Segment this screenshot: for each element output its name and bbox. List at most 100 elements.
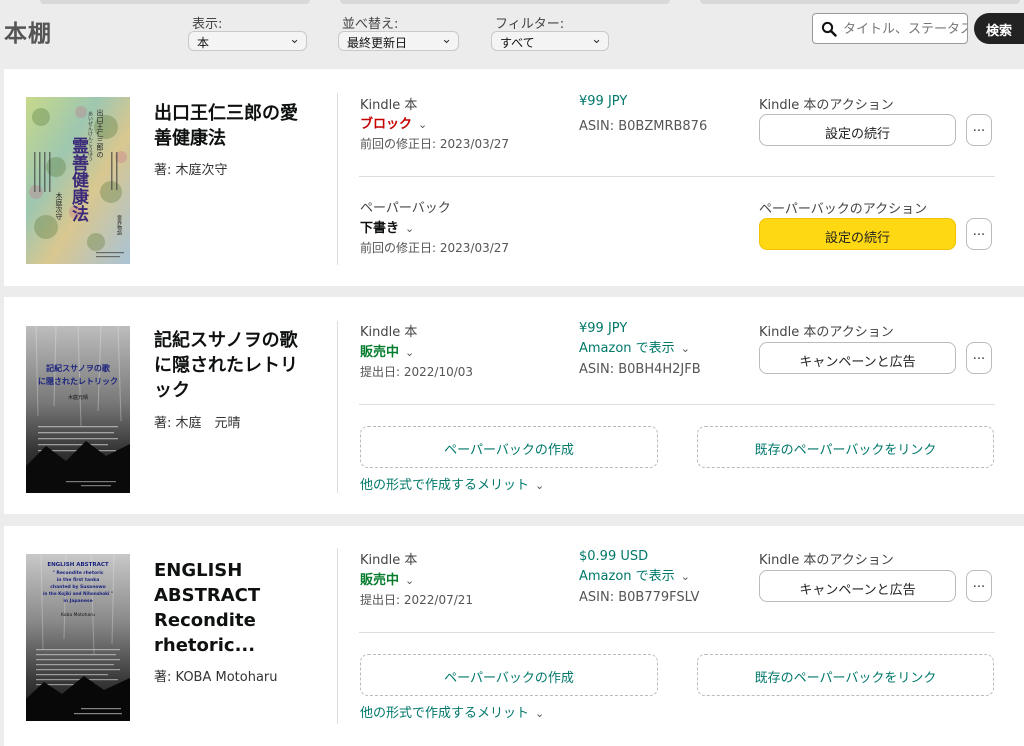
kindle-asin: ASIN: B0BZMRB876 xyxy=(579,119,708,134)
sort-select-value: 最終更新日 xyxy=(347,36,408,50)
cover-title-text: に隠されたレトリック xyxy=(38,376,118,386)
kindle-action-label: Kindle 本のアクション xyxy=(759,98,894,113)
kindle-asin: ASIN: B0BH4H2JFB xyxy=(579,362,701,377)
cover-subtitle-text: chanted by Susanowo xyxy=(50,584,106,590)
cover-3-art: ENGLISH ABSTRACT " Recondite rhetoric in… xyxy=(26,554,130,721)
chevron-down-icon: ⌄ xyxy=(405,346,415,359)
book-title-line: ABSTRACT xyxy=(154,585,261,606)
kindle-format-label: Kindle 本 xyxy=(360,553,418,568)
display-label: 表示: xyxy=(192,17,223,32)
kindle-status[interactable]: 販売中 ⌄ xyxy=(360,569,414,588)
filter-select[interactable]: すべて ⌄ xyxy=(491,31,609,51)
create-paperback-button[interactable]: ペーパーバックの作成 xyxy=(360,654,658,696)
chevron-down-icon: ⌄ xyxy=(418,118,428,131)
other-format-benefits-link[interactable]: 他の形式で作成するメリット ⌄ xyxy=(360,702,544,721)
kindle-price: ¥99 JPY xyxy=(579,321,628,336)
campaign-and-ads-button[interactable]: キャンペーンと広告 xyxy=(759,342,956,374)
book-title-line: rhetoric... xyxy=(154,635,256,656)
chevron-down-icon: ⌄ xyxy=(405,574,415,587)
display-select[interactable]: 本 ⌄ xyxy=(188,31,307,51)
book-title-line: 記紀スサノヲの歌 xyxy=(154,330,298,351)
view-on-amazon-link[interactable]: Amazon で表示 ⌄ xyxy=(579,337,690,356)
chevron-down-icon: ⌄ xyxy=(535,479,545,492)
search-icon xyxy=(821,21,837,37)
kindle-status-text: 販売中 xyxy=(360,573,400,588)
other-format-benefits-text: 他の形式で作成するメリット xyxy=(360,706,530,721)
paperback-format-label: ペーパーバック xyxy=(360,201,451,216)
link-existing-paperback-button[interactable]: 既存のペーパーバックをリンク xyxy=(697,426,994,468)
cover-author-text: 木庭次守 xyxy=(55,191,63,221)
book-title-line: ック xyxy=(154,380,190,401)
book-title[interactable]: 出口王仁三郎の愛 善健康法 xyxy=(154,101,298,151)
kindle-action-label: Kindle 本のアクション xyxy=(759,325,894,340)
format-divider xyxy=(359,404,995,405)
search-box[interactable] xyxy=(812,13,968,44)
view-on-amazon-link[interactable]: Amazon で表示 ⌄ xyxy=(579,565,690,584)
format-divider xyxy=(359,632,995,633)
paperback-status-text: 下書き xyxy=(360,221,400,236)
other-format-benefits-link[interactable]: 他の形式で作成するメリット ⌄ xyxy=(360,474,544,493)
cover-author-text: 木庭元晴 xyxy=(68,394,88,401)
column-divider xyxy=(337,548,338,724)
more-actions-button[interactable]: ... xyxy=(966,218,992,250)
continue-setup-primary-button[interactable]: 設定の続行 xyxy=(759,218,956,250)
book-cover-image[interactable]: 記紀スサノヲの歌 に隠されたレトリック 木庭元晴 xyxy=(26,326,130,493)
book-card: 記紀スサノヲの歌 に隠されたレトリック 木庭元晴 記紀スサノヲの歌 に隠されたレ… xyxy=(4,297,1024,514)
kindle-format-label: Kindle 本 xyxy=(360,325,418,340)
cover-title-text: 記紀スサノヲの歌 xyxy=(46,363,111,373)
kindle-price: ¥99 JPY xyxy=(579,94,628,109)
search-input[interactable] xyxy=(843,19,967,39)
kindle-last-modified: 前回の修正日: 2023/03/27 xyxy=(360,137,510,151)
more-actions-button[interactable]: ... xyxy=(966,114,992,146)
book-cover-image[interactable]: ENGLISH ABSTRACT " Recondite rhetoric in… xyxy=(26,554,130,721)
book-title-line: 善健康法 xyxy=(154,128,226,149)
paperback-action-label: ペーパーバックのアクション xyxy=(759,202,928,217)
kindle-status[interactable]: ブロック ⌄ xyxy=(360,113,427,132)
continue-setup-button[interactable]: 設定の続行 xyxy=(759,114,956,146)
column-divider xyxy=(337,321,338,493)
sort-label: 並べ替え: xyxy=(342,17,399,32)
chevron-down-icon: ⌄ xyxy=(535,707,545,720)
cover-title-text: ENGLISH ABSTRACT xyxy=(47,562,109,568)
book-card: ENGLISH ABSTRACT " Recondite rhetoric in… xyxy=(4,526,1024,746)
kindle-status-text: 販売中 xyxy=(360,345,400,360)
paperback-status[interactable]: 下書き ⌄ xyxy=(360,217,414,236)
filter-label: フィルター: xyxy=(495,17,565,32)
other-format-benefits-text: 他の形式で作成するメリット xyxy=(360,478,530,493)
cover-subtitle-text: in Japanese xyxy=(63,598,92,604)
book-title[interactable]: 記紀スサノヲの歌 に隠されたレトリ ック xyxy=(154,328,298,403)
view-on-amazon-text: Amazon で表示 xyxy=(579,341,675,356)
book-cover-image[interactable]: 出口王仁三郎の あいぜんけんこうほう 霊善健康法 木庭次守 霊界物語 xyxy=(26,97,130,264)
create-paperback-button[interactable]: ペーパーバックの作成 xyxy=(360,426,658,468)
cover-author-text: Koba Motoharu xyxy=(61,612,95,618)
chevron-down-icon: ⌄ xyxy=(680,570,690,583)
more-actions-button[interactable]: ... xyxy=(966,342,992,374)
kindle-status-text: ブロック xyxy=(360,117,413,132)
kindle-format-label: Kindle 本 xyxy=(360,98,418,113)
cover-subtitle-text: " Recondite rhetoric xyxy=(52,570,103,576)
filter-select-value: すべて xyxy=(500,36,535,50)
sort-select[interactable]: 最終更新日 ⌄ xyxy=(338,31,459,51)
cover-subtitle-text: in the first tanka xyxy=(57,577,100,583)
search-button[interactable]: 検索 xyxy=(974,13,1024,44)
book-author: 著: KOBA Motoharu xyxy=(154,670,278,685)
kindle-price: $0.99 USD xyxy=(579,549,649,564)
campaign-and-ads-button[interactable]: キャンペーンと広告 xyxy=(759,570,956,602)
cover-top-text: 出口王仁三郎の xyxy=(96,108,104,158)
book-title[interactable]: ENGLISH ABSTRACT Recondite rhetoric... xyxy=(154,558,260,658)
display-select-value: 本 xyxy=(197,36,210,50)
kindle-asin: ASIN: B0B779FSLV xyxy=(579,590,700,605)
kindle-submitted-date: 提出日: 2022/10/03 xyxy=(360,365,474,379)
book-title-line: 出口王仁三郎の愛 xyxy=(154,103,298,124)
kindle-action-label: Kindle 本のアクション xyxy=(759,553,894,568)
cover-title-text: 霊善健康法 xyxy=(68,137,89,223)
more-actions-button[interactable]: ... xyxy=(966,570,992,602)
link-existing-paperback-button[interactable]: 既存のペーパーバックをリンク xyxy=(697,654,994,696)
chevron-down-icon: ⌄ xyxy=(289,32,300,47)
book-author: 著: 木庭 元晴 xyxy=(154,416,241,431)
chevron-down-icon: ⌄ xyxy=(405,222,415,235)
paperback-last-modified: 前回の修正日: 2023/03/27 xyxy=(360,241,510,255)
column-divider xyxy=(337,93,338,265)
cover-2-art: 記紀スサノヲの歌 に隠されたレトリック 木庭元晴 xyxy=(26,326,130,493)
kindle-status[interactable]: 販売中 ⌄ xyxy=(360,341,414,360)
